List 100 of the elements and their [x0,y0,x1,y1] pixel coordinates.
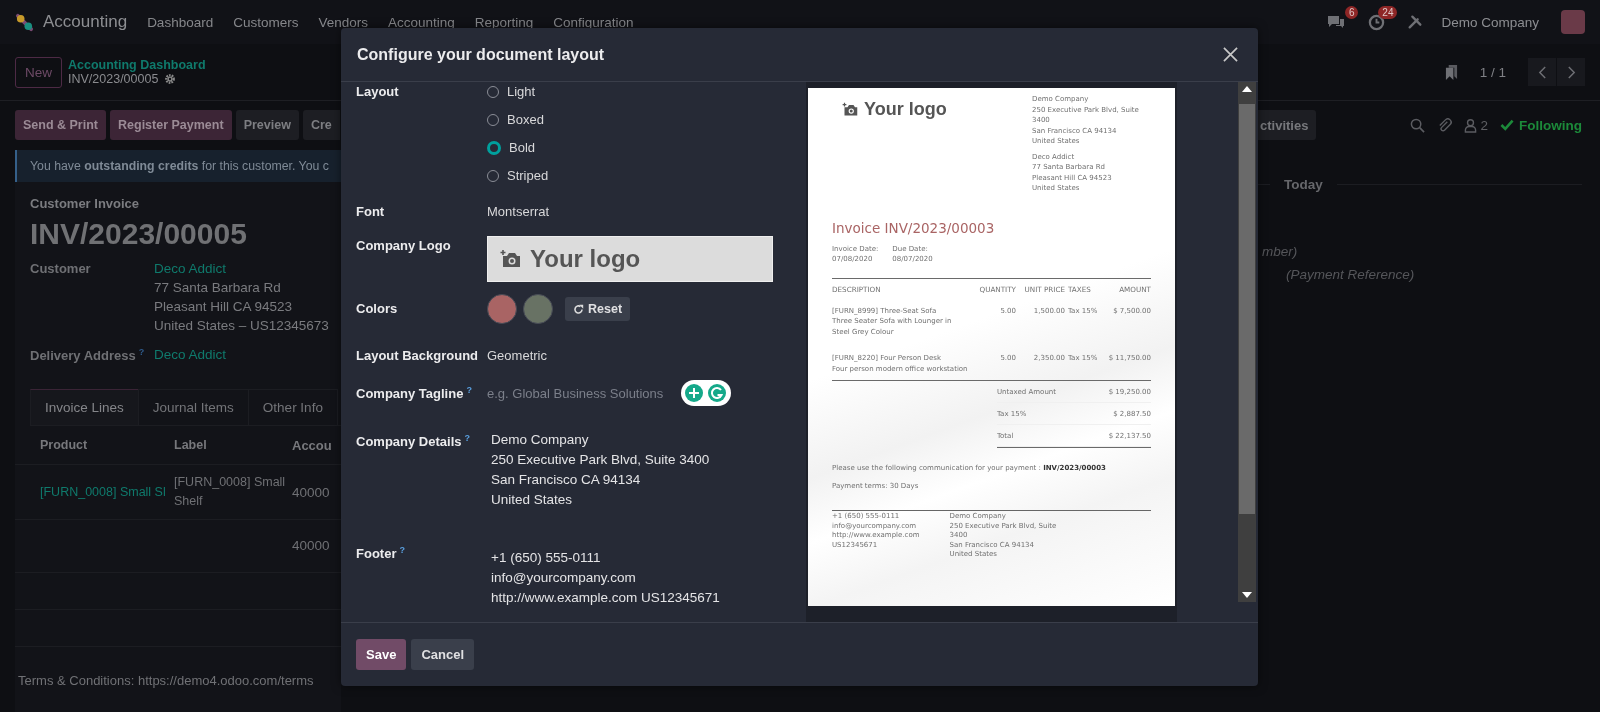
field-label: Company Logo [356,237,452,255]
field-label: Font [356,203,386,221]
help-mark[interactable]: ? [466,385,472,395]
table-cell: [FURN_0008] Small Shelf [174,475,286,509]
font-value[interactable]: Montserrat [487,202,791,222]
notebook-tab[interactable]: Other Info [247,389,338,426]
pager-value[interactable]: 1 / 1 [1479,64,1506,80]
help-mark[interactable]: ? [399,545,405,555]
field-label: Colors [356,300,399,318]
product-link[interactable]: [FURN_0008] Small Sl [40,485,166,500]
app-name[interactable]: Accounting [43,12,128,32]
background-value[interactable]: Geometric [487,346,791,366]
notification-badge: 6 [1344,6,1359,19]
action-button[interactable]: Cre [302,110,340,140]
delivery-link[interactable]: Deco Addict [154,347,227,362]
invoice-title: Invoice INV/2023/00003 [832,219,996,236]
radio-label[interactable]: Light [507,82,536,102]
logo-upload[interactable]: Your logo [487,236,773,282]
details-line[interactable]: San Francisco CA 94134 [491,470,791,490]
dialog-title: Configure your document layout [357,45,605,64]
column-header[interactable]: Product [40,438,174,453]
document-type: Customer Invoice [30,196,141,211]
field-label: Company Details [356,434,462,450]
menu-item[interactable]: Dashboard [147,14,214,30]
menu-item[interactable]: Vendors [318,14,368,30]
radio-label[interactable]: Boxed [507,110,544,130]
save-button[interactable]: Save [356,639,407,670]
info-alert: You have outstanding credits for this customer. You c [15,150,341,182]
help-mark[interactable]: ? [464,433,470,443]
menu-item[interactable]: Accounting [388,14,455,30]
logo-placeholder-text: Your logo [530,245,641,273]
logo-placeholder-text: Your logo [864,98,947,120]
address-line: United States – US12345673 [154,318,329,333]
address-line: Pleasant Hill CA 94523 [154,299,294,314]
menu-item[interactable]: Customers [233,14,299,30]
column-header[interactable]: Accou [292,437,341,453]
menu-item[interactable]: Configuration [553,14,634,30]
action-button[interactable]: Register Payment [110,110,232,140]
color-swatch[interactable] [523,294,553,324]
action-button[interactable]: Preview [235,110,299,140]
scroll-down-arrow-icon[interactable] [1242,592,1252,598]
camera-icon [842,101,859,117]
scroll-up-arrow-icon[interactable] [1242,86,1252,92]
field-label: Layout [356,83,400,101]
field-label: Layout Background [356,347,480,365]
paperclip-icon[interactable] [1437,117,1453,133]
company-switcher[interactable]: Demo Company [1441,14,1539,30]
check-icon [1500,119,1514,131]
previous-button[interactable] [1528,58,1556,86]
notification-badge: 24 [1378,5,1398,19]
action-button[interactable]: Send & Print [15,110,106,140]
menu-item[interactable]: Reporting [474,14,534,30]
radio-label[interactable]: Bold [509,138,536,158]
refresh-icon [573,303,584,315]
details-line[interactable]: 250 Executive Park Blvd, Suite 3400 [491,450,791,470]
date-divider: Today [1284,177,1323,192]
notebook-tab[interactable]: Invoice Lines [30,389,139,426]
table-cell: 40000 [292,538,330,554]
field-label: Delivery Address [30,348,136,364]
field-label: Company Tagline [356,386,464,402]
scrollbar-thumb[interactable] [1239,104,1255,514]
followers-button[interactable]: 2 [1464,117,1488,133]
search-icon[interactable] [1410,117,1426,133]
camera-icon [500,249,522,269]
message-text: (Payment Reference) [1286,267,1416,282]
app-logo-icon[interactable] [15,12,34,32]
details-line[interactable]: United States [491,490,791,510]
person-icon [1464,117,1478,133]
tagline-input[interactable]: e.g. Global Business Solutions [487,385,677,401]
bookmark-icon[interactable] [1444,63,1458,81]
address-line: 77 Santa Barbara Rd [154,280,282,295]
gear-icon[interactable] [164,73,177,85]
close-icon [1223,47,1238,62]
table-cell: 40000 [292,484,330,500]
column-header[interactable]: Label [174,438,292,453]
breadcrumb-link[interactable]: Accounting Dashboard [68,58,206,72]
field-label: Customer [30,261,92,278]
field-label: Footer [356,546,397,562]
chevron-left-icon [1537,65,1547,79]
radio-button[interactable] [487,141,501,155]
radio-label[interactable]: Striped [507,166,549,186]
terms-text: Terms & Conditions: https://demo4.odoo.com/terms [18,672,315,688]
footer-line[interactable]: info@yourcompany.com [491,568,791,588]
color-swatch[interactable] [487,294,517,324]
cancel-button[interactable]: Cancel [411,639,474,670]
activities-button[interactable]: ctivities [1258,110,1317,140]
message-text: mber) [1262,244,1299,259]
footer-line[interactable]: http://www.example.com US12345671 [491,588,791,608]
chat-icon[interactable] [1326,14,1347,30]
next-button[interactable] [1557,58,1585,86]
footer-line[interactable]: +1 (650) 555-0111 [491,548,791,568]
details-line[interactable]: Demo Company [491,430,791,450]
scrollbar-track[interactable] [1238,82,1256,602]
reset-button[interactable]: Reset [565,297,631,321]
plugin-buttons-icon[interactable] [681,380,731,406]
followers-count: 2 [1480,117,1488,133]
record-name: INV/2023/00005 [68,72,159,86]
following-button[interactable]: Following [1500,117,1582,133]
customer-link[interactable]: Deco Addict [154,261,329,276]
chevron-right-icon [1566,65,1576,79]
